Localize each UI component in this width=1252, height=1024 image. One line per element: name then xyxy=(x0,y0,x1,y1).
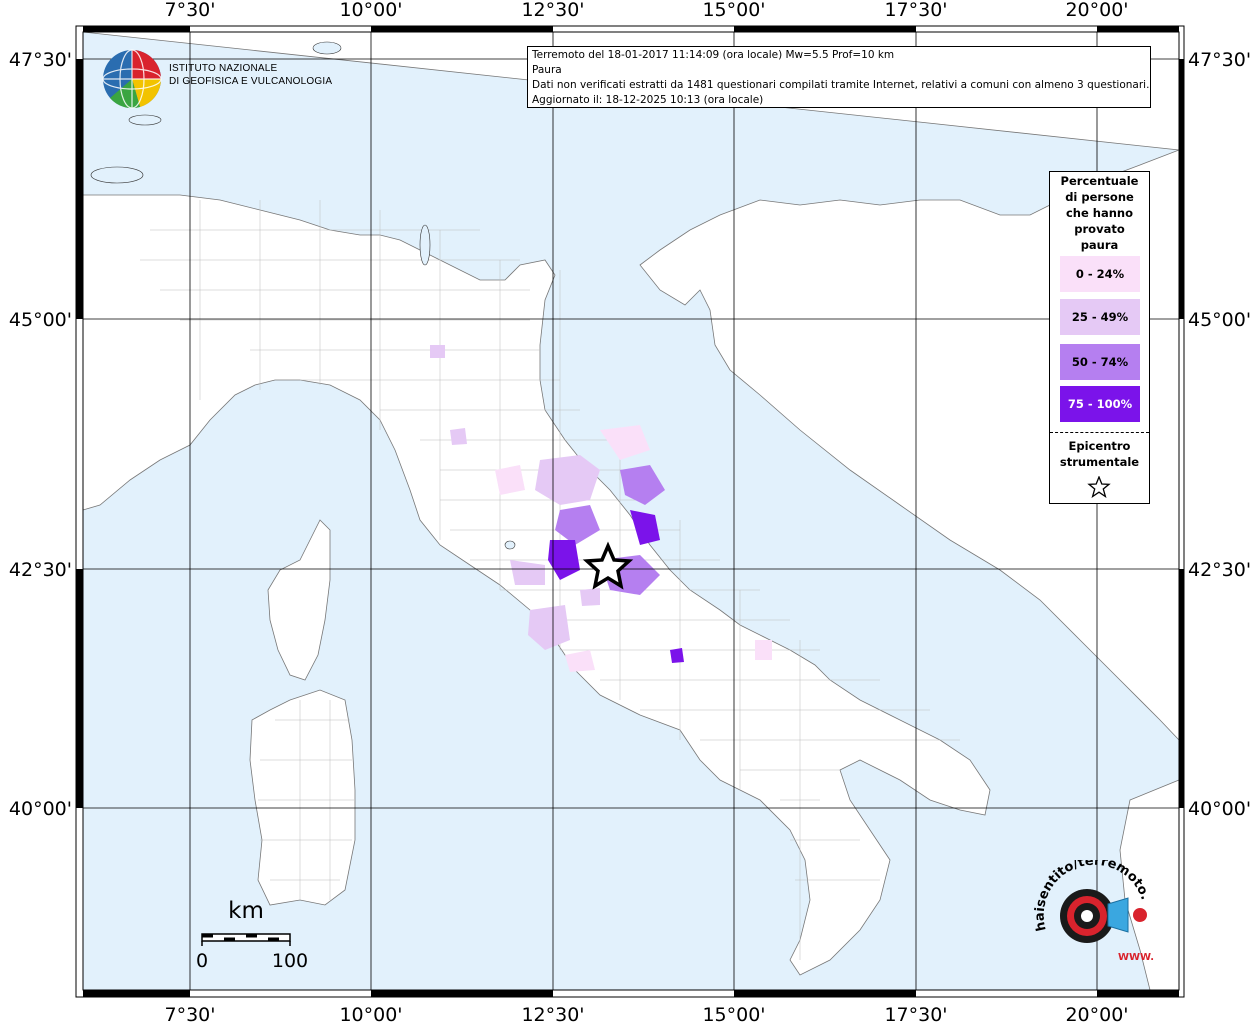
lon-label-top: 10°00' xyxy=(339,0,402,21)
data-note: Dati non verificati estratti da 1481 que… xyxy=(532,79,1150,91)
legend-item-25-49: 25 - 49% xyxy=(1060,299,1140,335)
lat-label-left: 40°00' xyxy=(9,798,72,820)
event-info-box: Terremoto del 18-01-2017 11:14:09 (ora l… xyxy=(527,46,1151,108)
legend-item-0-24: 0 - 24% xyxy=(1060,256,1140,292)
lat-label-left: 45°00' xyxy=(9,309,72,331)
event-title: Terremoto del 18-01-2017 11:14:09 (ora l… xyxy=(532,49,895,61)
scale-start: 0 xyxy=(196,950,208,972)
lon-label-top: 7°30' xyxy=(165,0,216,21)
legend-star-icon xyxy=(1087,476,1111,498)
felt-area xyxy=(580,588,600,606)
lat-label-left: 42°30' xyxy=(9,559,72,581)
update-time: Aggiornato il: 18-12-2025 10:13 (ora loc… xyxy=(532,94,764,106)
lat-label-right: 47°30' xyxy=(1188,49,1251,71)
sardinia xyxy=(249,689,356,906)
legend-divider xyxy=(1050,432,1149,433)
lon-label-top: 12°30' xyxy=(521,0,584,21)
lon-label-bottom: 7°30' xyxy=(165,1004,216,1024)
lon-label-top: 17°30' xyxy=(884,0,947,21)
felt-area xyxy=(430,345,445,358)
lake xyxy=(312,41,342,55)
left-labels: 47°30' 45°00' 42°30' 40°00' xyxy=(9,49,72,820)
lake xyxy=(128,114,162,126)
right-labels: 47°30' 45°00' 42°30' 40°00' xyxy=(1188,49,1251,820)
lon-label-bottom: 15°00' xyxy=(702,1004,765,1024)
map-subject: Paura xyxy=(532,64,562,76)
felt-area xyxy=(450,428,467,445)
lon-label-bottom: 17°30' xyxy=(884,1004,947,1024)
ingv-name: ISTITUTO NAZIONALE DI GEOFISICA E VULCAN… xyxy=(169,63,333,87)
hst-url: WWW. xyxy=(1118,952,1154,963)
lon-label-top: 20°00' xyxy=(1065,0,1128,21)
ingv-globe-icon xyxy=(102,49,162,109)
felt-area xyxy=(670,648,684,663)
lon-label-bottom: 10°00' xyxy=(339,1004,402,1024)
lon-label-bottom: 20°00' xyxy=(1065,1004,1128,1024)
legend: Percentuale di persone che hanno provato… xyxy=(1049,171,1150,504)
lat-label-right: 40°00' xyxy=(1188,798,1251,820)
legend-item-50-74: 50 - 74% xyxy=(1060,344,1140,380)
bottom-labels: 7°30' 10°00' 12°30' 15°00' 17°30' 20°00' xyxy=(165,1004,1129,1024)
legend-title: Percentuale di persone che hanno provato… xyxy=(1060,174,1139,252)
lake xyxy=(90,166,144,184)
lake xyxy=(419,224,431,266)
scale-unit: km xyxy=(228,898,264,924)
lat-label-right: 42°30' xyxy=(1188,559,1251,581)
scale-end: 100 xyxy=(272,950,308,972)
legend-item-75-100: 75 - 100% xyxy=(1060,386,1140,422)
legend-epicenter-label: Epicentro strumentale xyxy=(1059,439,1140,469)
felt-area xyxy=(755,640,772,660)
lon-label-top: 15°00' xyxy=(702,0,765,21)
lat-label-right: 45°00' xyxy=(1188,309,1251,331)
lat-label-left: 47°30' xyxy=(9,49,72,71)
felt-area xyxy=(495,465,525,495)
lon-label-bottom: 12°30' xyxy=(521,1004,584,1024)
haisentito-logo-icon: haisentito/terremoto.it WWW. xyxy=(1030,860,1154,963)
top-labels: 7°30' 10°00' 12°30' 15°00' 17°30' 20°00' xyxy=(165,0,1129,21)
lake xyxy=(504,540,516,550)
